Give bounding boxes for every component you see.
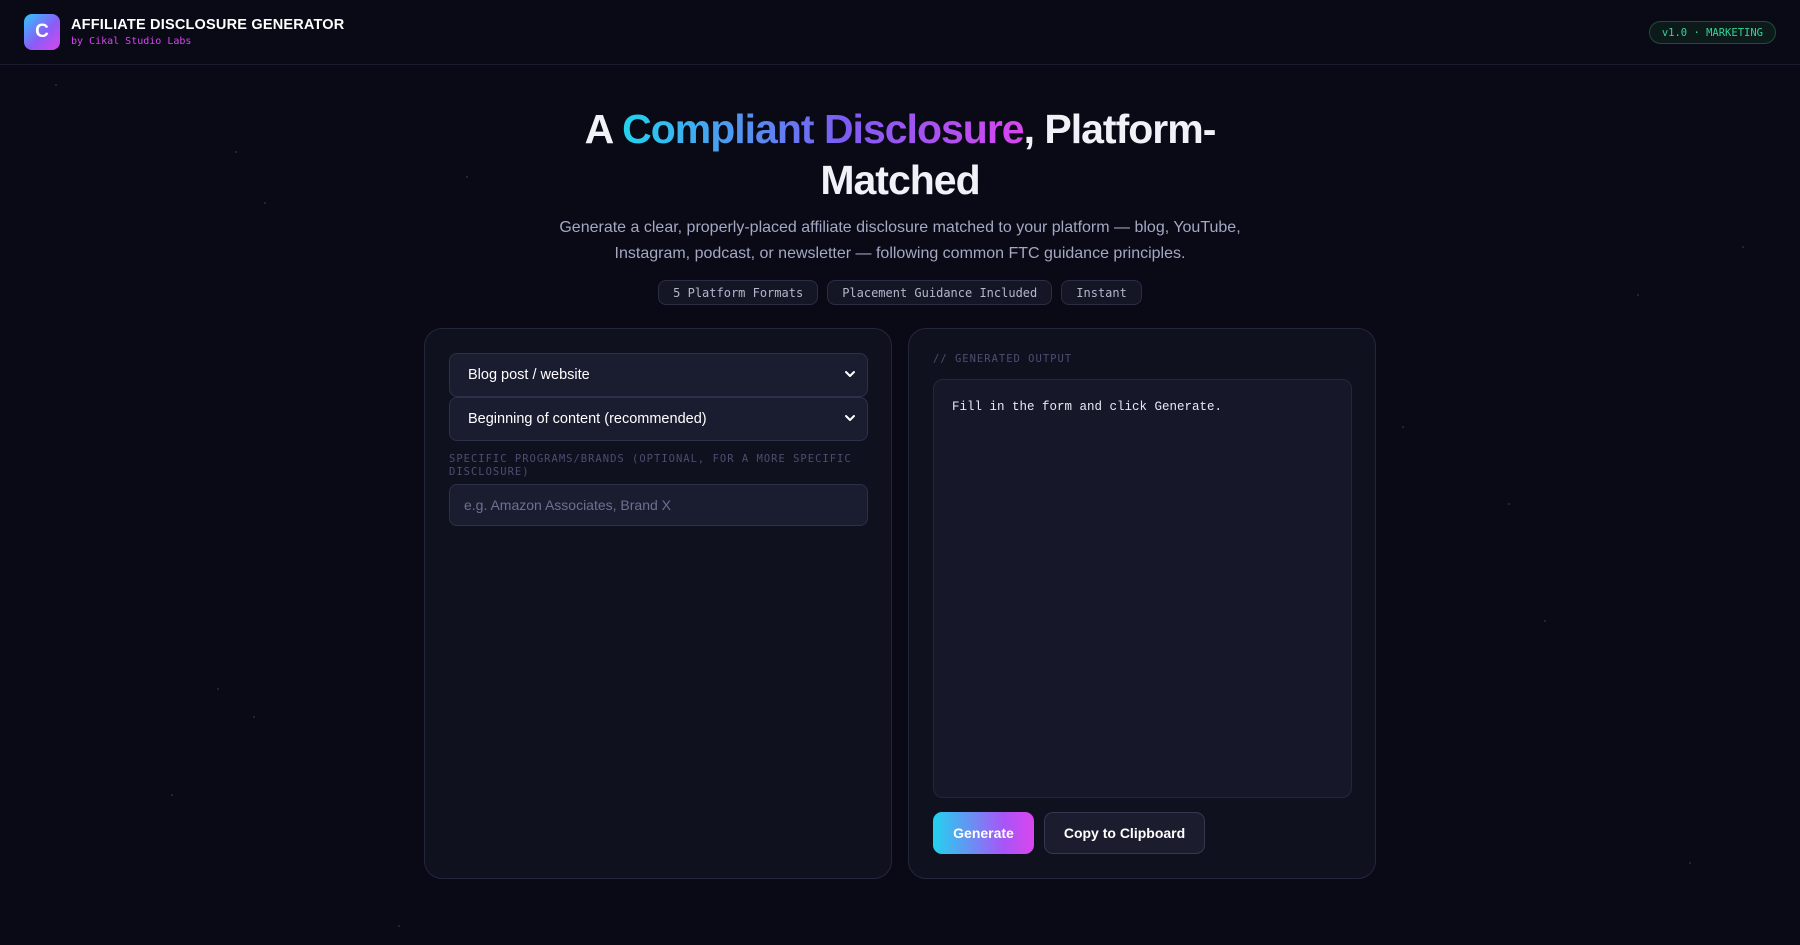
page-title-line-2: Matched [820, 157, 980, 203]
placement-select-value: Beginning of content (recommended) [468, 411, 707, 427]
app-logo: C [24, 14, 60, 50]
brand-block: AFFILIATE DISCLOSURE GENERATOR by Cikal … [71, 17, 344, 47]
output-text: Fill in the form and click Generate. [952, 400, 1223, 414]
chevron-down-icon [845, 371, 855, 377]
feature-chip: 5 Platform Formats [658, 280, 819, 305]
programs-label: SPECIFIC PROGRAMS/BRANDS (OPTIONAL, FOR … [449, 453, 852, 478]
page-description: Generate a clear, properly-placed affili… [559, 219, 1241, 262]
title-prefix: A [584, 106, 623, 152]
output-label: // GENERATED OUTPUT [933, 353, 1073, 365]
placement-select[interactable]: Beginning of content (recommended) [449, 397, 868, 441]
page-title: A Compliant Disclosure, Platform- Matche… [0, 104, 1800, 206]
version-badge: v1.0 · MARKETING [1648, 21, 1776, 44]
generate-button[interactable]: Generate [933, 812, 1034, 854]
programs-input[interactable] [449, 484, 868, 526]
feature-chip: Placement Guidance Included [827, 280, 1053, 305]
chevron-down-icon [845, 415, 855, 421]
logo-letter: C [35, 21, 49, 42]
feature-chips: 5 Platform Formats Placement Guidance In… [0, 280, 1800, 305]
platform-select-value: Blog post / website [468, 367, 590, 383]
input-panel: Blog post / website Beginning of content… [424, 328, 892, 879]
output-panel: // GENERATED OUTPUT Fill in the form and… [908, 328, 1376, 879]
platform-select[interactable]: Blog post / website [449, 353, 868, 397]
output-text-area[interactable]: Fill in the form and click Generate. [933, 379, 1352, 798]
app-byline: by Cikal Studio Labs [71, 36, 192, 47]
app-title: AFFILIATE DISCLOSURE GENERATOR [71, 17, 345, 33]
title-suffix: , Platform- [1023, 106, 1217, 152]
feature-chip: Instant [1061, 280, 1142, 305]
copy-to-clipboard-button[interactable]: Copy to Clipboard [1044, 812, 1205, 854]
title-highlight: Compliant Disclosure [622, 106, 1024, 152]
page-title-line-1: A Compliant Disclosure, Platform- [0, 104, 1800, 155]
top-bar: C AFFILIATE DISCLOSURE GENERATOR by Cika… [0, 0, 1800, 65]
